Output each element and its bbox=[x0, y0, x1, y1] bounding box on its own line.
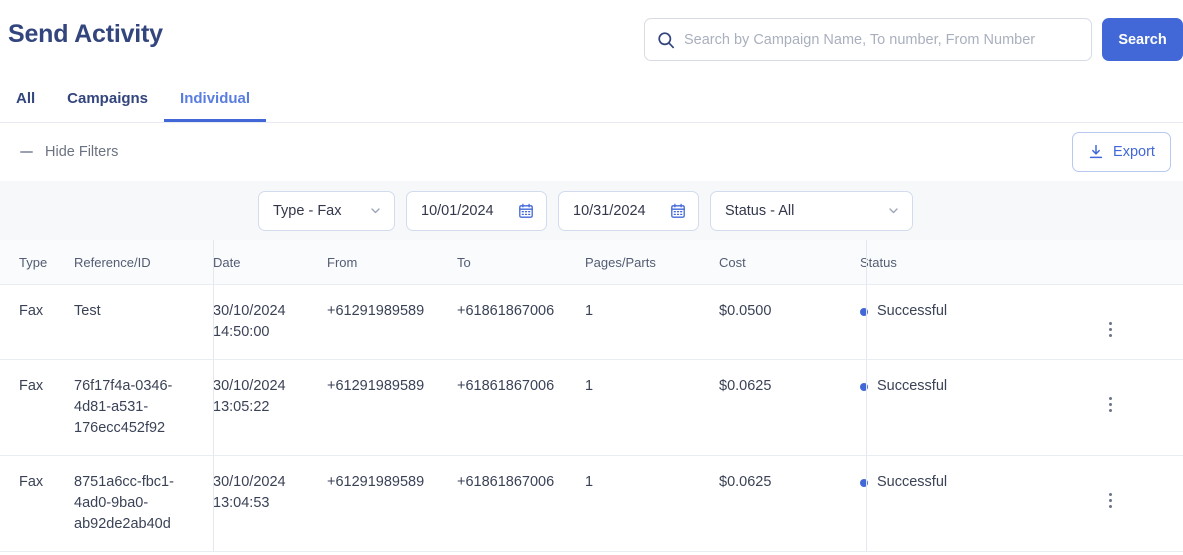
cell-actions bbox=[1038, 285, 1183, 353]
column-divider-right bbox=[866, 285, 867, 359]
status-filter-select[interactable]: Status - All bbox=[710, 190, 913, 231]
cell-pages: 1 bbox=[585, 474, 594, 490]
column-header-reference[interactable]: Reference/ID bbox=[74, 240, 194, 284]
cell-from: +61291989589 bbox=[327, 303, 425, 319]
status-badge: Successful bbox=[877, 303, 948, 319]
tab-campaigns[interactable]: Campaigns bbox=[51, 90, 164, 122]
cell-status: Successful bbox=[847, 285, 1038, 338]
search-area: Search bbox=[644, 18, 1183, 61]
cell-type: Fax bbox=[19, 303, 44, 319]
date-from-input[interactable]: 10/01/2024 bbox=[406, 190, 547, 231]
column-header-to[interactable]: To bbox=[457, 240, 585, 284]
cell-to: +61861867006 bbox=[457, 303, 555, 319]
cell-actions bbox=[1038, 456, 1183, 524]
tab-all[interactable]: All bbox=[8, 90, 51, 122]
date-to-input[interactable]: 10/31/2024 bbox=[558, 190, 699, 231]
search-input[interactable] bbox=[684, 31, 1079, 48]
cell-type: Fax bbox=[19, 474, 44, 490]
cell-reference: 8751a6cc-fbc1-4ad0-9ba0-ab92de2ab40d bbox=[74, 474, 174, 532]
cell-cost: $0.0625 bbox=[719, 378, 772, 394]
table-header-row: Type Reference/ID Date From To Pages/Par… bbox=[0, 240, 1183, 285]
column-divider-left bbox=[213, 240, 214, 284]
column-header-from[interactable]: From bbox=[327, 240, 457, 284]
cell-status: Successful bbox=[847, 360, 1038, 413]
status-badge: Successful bbox=[877, 474, 948, 490]
column-divider-right bbox=[866, 240, 867, 284]
cell-cost: $0.0500 bbox=[719, 303, 772, 319]
chevron-down-icon bbox=[887, 204, 900, 217]
column-header-pages[interactable]: Pages/Parts bbox=[585, 240, 719, 284]
filters-strip: Type - Fax 10/01/2024 10/31/2024 Status … bbox=[0, 181, 1183, 240]
cell-type: Fax bbox=[19, 378, 44, 394]
type-filter-label: Type - Fax bbox=[273, 202, 342, 219]
column-header-status[interactable]: Status bbox=[847, 240, 1038, 284]
table-body: Fax Test 30/10/2024 14:50:00 +6129198958… bbox=[0, 285, 1183, 552]
cell-pages: 1 bbox=[585, 378, 594, 394]
hide-filters-toggle[interactable]: Hide Filters bbox=[20, 144, 118, 160]
kebab-menu-icon[interactable] bbox=[1109, 301, 1112, 337]
column-divider-right bbox=[866, 456, 867, 551]
cell-reference: Test bbox=[74, 303, 101, 319]
page-header: Send Activity Search bbox=[0, 0, 1183, 61]
type-filter-select[interactable]: Type - Fax bbox=[258, 190, 395, 231]
chevron-down-icon bbox=[369, 204, 382, 217]
table-row[interactable]: Fax Test 30/10/2024 14:50:00 +6129198958… bbox=[0, 285, 1183, 360]
status-badge: Successful bbox=[877, 378, 948, 394]
minus-icon bbox=[20, 151, 33, 153]
send-activity-table: Type Reference/ID Date From To Pages/Par… bbox=[0, 240, 1183, 552]
date-to-value: 10/31/2024 bbox=[573, 202, 646, 219]
column-header-type[interactable]: Type bbox=[0, 240, 74, 284]
column-divider-left bbox=[213, 360, 214, 455]
cell-from: +61291989589 bbox=[327, 378, 425, 394]
hide-filters-label: Hide Filters bbox=[45, 144, 119, 160]
download-icon bbox=[1088, 144, 1104, 160]
cell-to: +61861867006 bbox=[457, 378, 555, 394]
calendar-icon[interactable] bbox=[670, 203, 686, 219]
kebab-menu-icon[interactable] bbox=[1109, 472, 1112, 508]
column-header-actions bbox=[1038, 240, 1183, 269]
calendar-icon[interactable] bbox=[518, 203, 534, 219]
cell-to: +61861867006 bbox=[457, 474, 555, 490]
tab-bar: All Campaigns Individual bbox=[0, 83, 1183, 123]
status-filter-label: Status - All bbox=[725, 202, 795, 219]
kebab-menu-icon[interactable] bbox=[1109, 376, 1112, 412]
column-divider-right bbox=[866, 360, 867, 455]
column-divider-left bbox=[213, 285, 214, 359]
table-row[interactable]: Fax 8751a6cc-fbc1-4ad0-9ba0-ab92de2ab40d… bbox=[0, 456, 1183, 552]
cell-cost: $0.0625 bbox=[719, 474, 772, 490]
cell-pages: 1 bbox=[585, 303, 594, 319]
cell-actions bbox=[1038, 360, 1183, 428]
search-button[interactable]: Search bbox=[1102, 18, 1183, 61]
search-box[interactable] bbox=[644, 18, 1092, 61]
export-button[interactable]: Export bbox=[1072, 132, 1171, 172]
cell-reference: 76f17f4a-0346-4d81-a531-176ecc452f92 bbox=[74, 378, 173, 436]
table-row[interactable]: Fax 76f17f4a-0346-4d81-a531-176ecc452f92… bbox=[0, 360, 1183, 456]
send-activity-page: Send Activity Search All Campaigns Indiv… bbox=[0, 0, 1183, 555]
column-header-cost[interactable]: Cost bbox=[719, 240, 847, 284]
export-label: Export bbox=[1113, 144, 1155, 160]
cell-from: +61291989589 bbox=[327, 474, 425, 490]
tab-individual[interactable]: Individual bbox=[164, 90, 267, 122]
column-divider-left bbox=[213, 456, 214, 551]
date-from-value: 10/01/2024 bbox=[421, 202, 494, 219]
cell-status: Successful bbox=[847, 456, 1038, 509]
page-title: Send Activity bbox=[8, 20, 163, 48]
filter-toolbar: Hide Filters Export bbox=[0, 123, 1183, 181]
search-icon bbox=[657, 31, 675, 49]
